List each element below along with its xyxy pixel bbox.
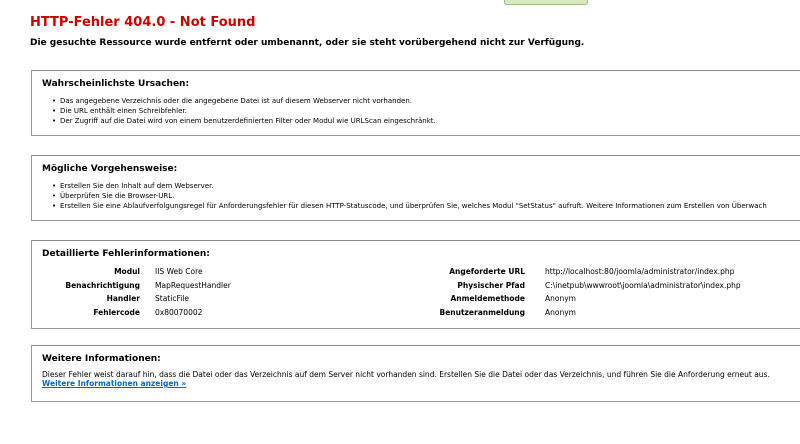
- detail-label: Benachrichtigung: [65, 280, 140, 290]
- list-item: Der Zugriff auf die Datei wird von einem…: [52, 116, 436, 126]
- detail-label: Modul: [114, 267, 140, 276]
- actions-panel: Mögliche Vorgehensweise: Erstellen Sie d…: [31, 155, 800, 221]
- detail-label: Benutzeranmeldung: [439, 307, 525, 317]
- detail-value: StaticFile: [155, 294, 189, 303]
- detail-label: Physischer Pfad: [457, 280, 525, 290]
- table-row: Handler StaticFile Anmeldemethode Anonym: [32, 294, 800, 307]
- more-info-text: Dieser Fehler weist darauf hin, dass die…: [42, 370, 770, 379]
- browser-tab-edge: [504, 0, 588, 5]
- list-item: Erstellen Sie eine Ablaufverfolgungsrege…: [52, 201, 767, 211]
- page-title: HTTP-Fehler 404.0 - Not Found: [30, 15, 256, 30]
- actions-list: Erstellen Sie den Inhalt auf dem Webserv…: [52, 181, 767, 211]
- causes-list: Das angegebene Verzeichnis oder die ange…: [52, 96, 436, 126]
- page-subtitle: Die gesuchte Ressource wurde entfernt od…: [30, 38, 585, 48]
- actions-heading: Mögliche Vorgehensweise:: [42, 164, 178, 174]
- more-info-panel: Weitere Informationen: Dieser Fehler wei…: [31, 345, 800, 402]
- detail-label: Angeforderte URL: [449, 267, 525, 276]
- list-item: Die URL enthält einen Schreibfehler.: [52, 106, 436, 116]
- detail-value: Anonym: [545, 294, 576, 303]
- causes-heading: Wahrscheinlichste Ursachen:: [42, 79, 190, 89]
- detail-value: Anonym: [545, 307, 576, 317]
- detail-value: IIS Web Core: [155, 267, 203, 276]
- detail-label: Anmeldemethode: [450, 294, 525, 303]
- table-row: Modul IIS Web Core Angeforderte URL http…: [32, 267, 800, 280]
- detail-value: C:\inetpub\wwwroot\joomla\administrator\…: [545, 280, 741, 290]
- table-row: Benachrichtigung MapRequestHandler Physi…: [32, 281, 800, 294]
- table-row: Fehlercode 0x80070002 Benutzeranmeldung …: [32, 308, 800, 321]
- causes-panel: Wahrscheinlichste Ursachen: Das angegebe…: [31, 70, 800, 136]
- detail-value: MapRequestHandler: [155, 280, 231, 290]
- details-heading: Detaillierte Fehlerinformationen:: [42, 249, 210, 259]
- more-info-link[interactable]: Weitere Informationen anzeigen »: [42, 379, 186, 388]
- detail-label: Handler: [106, 294, 140, 303]
- details-panel: Detaillierte Fehlerinformationen: Modul …: [31, 240, 800, 329]
- detail-value: http://localhost:80/joomla/administrator…: [545, 267, 735, 276]
- list-item: Das angegebene Verzeichnis oder die ange…: [52, 96, 436, 106]
- list-item: Überprüfen Sie die Browser-URL.: [52, 191, 767, 201]
- detail-value: 0x80070002: [155, 307, 203, 317]
- detail-label: Fehlercode: [93, 307, 140, 317]
- list-item: Erstellen Sie den Inhalt auf dem Webserv…: [52, 181, 767, 191]
- more-info-heading: Weitere Informationen:: [42, 354, 161, 364]
